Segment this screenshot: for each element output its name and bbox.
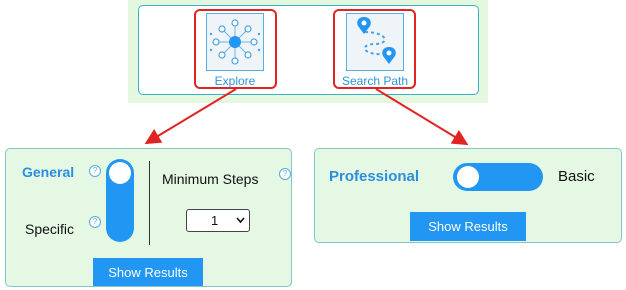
basic-option-label[interactable]: Basic [558,168,595,185]
professional-basic-toggle[interactable] [453,163,543,191]
minimum-steps-help-icon[interactable]: ? [279,168,291,180]
general-option-label[interactable]: General [22,164,74,180]
minimum-steps-select[interactable]: 1 [186,209,250,232]
minimum-steps-label: Minimum Steps [162,171,259,187]
right-show-results-button[interactable]: Show Results [410,212,526,241]
toggle-knob [109,162,131,184]
specific-help-icon[interactable]: ? [89,216,101,228]
panel-divider [149,161,150,245]
arrow-to-right-panel [375,88,469,146]
chevron-down-icon [236,217,245,224]
specific-option-label[interactable]: Specific [25,221,74,237]
arrow-to-left-panel [144,88,237,145]
professional-option-label[interactable]: Professional [329,168,419,185]
general-specific-toggle[interactable] [106,159,134,242]
toggle-knob [457,166,479,188]
general-help-icon[interactable]: ? [89,165,101,177]
selected-steps-value: 1 [211,213,219,228]
left-show-results-button[interactable]: Show Results [93,258,203,286]
